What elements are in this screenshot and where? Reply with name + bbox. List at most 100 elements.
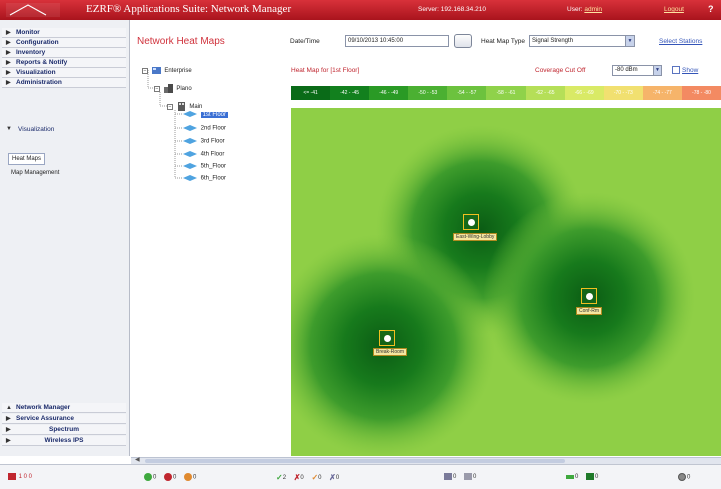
help-icon[interactable]: ?	[708, 4, 714, 14]
client-status-group[interactable]: 0	[678, 473, 690, 481]
collapse-arrow-icon: ▲	[6, 405, 12, 411]
user-name-link[interactable]: admin	[584, 6, 602, 13]
nav-item-visualization[interactable]: ▶ Visualization	[2, 68, 126, 78]
expand-arrow-icon: ▶	[6, 30, 11, 36]
tree-node-building[interactable]: − Main	[167, 102, 202, 111]
server-address: Server: 192.168.34.210	[418, 6, 486, 13]
tree-node-floor-4[interactable]: 4th Floor	[183, 151, 224, 158]
nav-item-administration[interactable]: ▶ Administration	[2, 78, 126, 88]
expand-arrow-icon: ▶	[6, 438, 11, 444]
expand-arrow-icon: ▶	[6, 416, 11, 422]
nav-label: Visualization	[16, 69, 56, 76]
legend-segment: -42 - -45	[330, 86, 370, 100]
page-title: Network Heat Maps	[137, 36, 225, 47]
coverage-cutoff-value: -80 dBm	[615, 67, 638, 73]
count: 0	[335, 475, 340, 482]
collapse-toggle-icon[interactable]: −	[154, 85, 160, 92]
access-point-label[interactable]: Break-Room	[373, 348, 408, 356]
heatmap-canvas[interactable]: East-Wing-Lobby Conf-Rm Break-Room	[271, 108, 721, 458]
link-active-icon	[586, 473, 595, 480]
tree-node-label: 4th Floor	[200, 151, 225, 158]
datetime-input[interactable]: 09/10/2013 10:45:00	[345, 35, 449, 47]
tree-node-label: Enterprise	[164, 68, 192, 75]
access-point-label[interactable]: Conf-Rm	[576, 307, 603, 315]
tree-node-label: 6th_Floor	[200, 175, 227, 182]
nav-item-inventory[interactable]: ▶ Inventory	[2, 48, 126, 58]
scrollbar-thumb[interactable]	[145, 459, 565, 463]
nav-label: Monitor	[16, 29, 40, 36]
dropdown-arrow-icon: ▼	[653, 66, 661, 75]
device-down-icon	[164, 473, 173, 481]
alarm-counts[interactable]: 1 0 0	[8, 473, 32, 480]
collapse-arrow-icon: ▼	[6, 126, 12, 132]
floor-icon	[183, 111, 197, 117]
visualization-section-header[interactable]: ▼ Visualization	[6, 126, 54, 133]
nav-item-monitor[interactable]: ▶ Monitor	[2, 28, 126, 38]
legend-segment: -46 - -49	[369, 86, 409, 100]
collapse-toggle-icon[interactable]: −	[142, 67, 148, 74]
count: 0	[153, 474, 157, 481]
tree-node-floor-2[interactable]: 2nd Floor	[183, 125, 226, 132]
tree-node-floor-3[interactable]: 3rd Floor	[183, 138, 225, 145]
nav-item-reports[interactable]: ▶ Reports & Notify	[2, 58, 126, 68]
heatmap-type-select[interactable]: Signal Strength ▼	[529, 35, 635, 47]
legend-segment: -54 - -57	[447, 86, 487, 100]
tree-node-label: 3rd Floor	[200, 138, 225, 145]
coverage-cutoff-select[interactable]: -80 dBm ▼	[612, 65, 662, 76]
legend-segment: -58 - -61	[486, 86, 526, 100]
device-status-group[interactable]: 0 0 0	[144, 473, 196, 481]
tree-node-enterprise[interactable]: − Enterprise	[142, 66, 192, 75]
calendar-button[interactable]	[454, 34, 472, 48]
access-point-marker[interactable]	[581, 288, 597, 304]
floor-icon	[183, 151, 197, 157]
nav-network-manager[interactable]: ▲ Network Manager	[2, 403, 126, 413]
ap-ok-icon: ✓	[276, 473, 283, 482]
show-checkbox[interactable]	[672, 66, 680, 74]
heat-maps-link[interactable]: Heat Maps	[8, 153, 46, 165]
nav-item-configuration[interactable]: ▶ Configuration	[2, 38, 126, 48]
heatmap-type-value: Signal Strength	[532, 38, 574, 44]
coverage-cutoff-label: Coverage Cut Off	[535, 67, 586, 74]
tree-node-floor-1[interactable]: 1st Floor	[183, 111, 229, 118]
access-point-marker[interactable]	[463, 214, 479, 230]
logout-link[interactable]: Logout	[664, 6, 684, 13]
horizontal-scrollbar[interactable]: ◀	[131, 457, 721, 464]
senti-logo	[6, 3, 60, 17]
access-point-label[interactable]: East-Wing-Lobby	[453, 233, 498, 241]
building-icon	[177, 102, 185, 111]
nav-spectrum[interactable]: ▶ Spectrum	[2, 425, 126, 435]
nav-label: Spectrum	[49, 426, 79, 433]
alarm-count-text: 1 0 0	[18, 474, 33, 481]
enterprise-icon	[151, 67, 161, 74]
scroll-left-icon[interactable]: ◀	[135, 456, 140, 463]
nav-label: Wireless IPS	[44, 437, 84, 444]
ap-dot-icon	[468, 219, 475, 226]
nav-label: Administration	[16, 79, 62, 86]
sensor-status-group[interactable]: 0 0	[444, 473, 476, 480]
top-banner: EZRF® Applications Suite: Network Manage…	[0, 0, 721, 20]
tree-node-floor-5[interactable]: 5th_Floor	[183, 163, 226, 170]
nav-label: Configuration	[16, 39, 59, 46]
count: 0	[318, 475, 322, 482]
tree-node-campus[interactable]: − Plano	[154, 84, 192, 93]
legend-segment: -74 - -77	[642, 86, 682, 100]
access-point-marker[interactable]	[379, 330, 395, 346]
expand-arrow-icon: ▶	[6, 40, 11, 46]
expand-arrow-icon: ▶	[6, 427, 11, 433]
expand-arrow-icon: ▶	[6, 60, 11, 66]
link-status-group[interactable]: 0 0	[566, 473, 598, 480]
datetime-label: Date/Time	[290, 38, 320, 45]
app-title: EZRF® Applications Suite: Network Manage…	[86, 3, 292, 15]
nav-wireless-ips[interactable]: ▶ Wireless IPS	[2, 436, 126, 446]
ap-status-group[interactable]: ✓2 ✗0 ✓0 ✗0	[276, 473, 339, 482]
nav-service-assurance[interactable]: ▶ Service Assurance	[2, 414, 126, 424]
select-stations-link[interactable]: Select Stations	[659, 38, 702, 45]
collapse-toggle-icon[interactable]: −	[167, 103, 173, 110]
count: 0	[473, 474, 477, 481]
tree-node-floor-6[interactable]: 6th_Floor	[183, 175, 226, 182]
expand-arrow-icon: ▶	[6, 70, 11, 76]
map-management-link[interactable]: Map Management	[8, 168, 62, 178]
left-navigation: ▶ Monitor ▶ Configuration ▶ Inventory ▶ …	[0, 20, 130, 456]
link-up-icon	[566, 474, 574, 479]
show-label[interactable]: Show	[682, 67, 698, 74]
